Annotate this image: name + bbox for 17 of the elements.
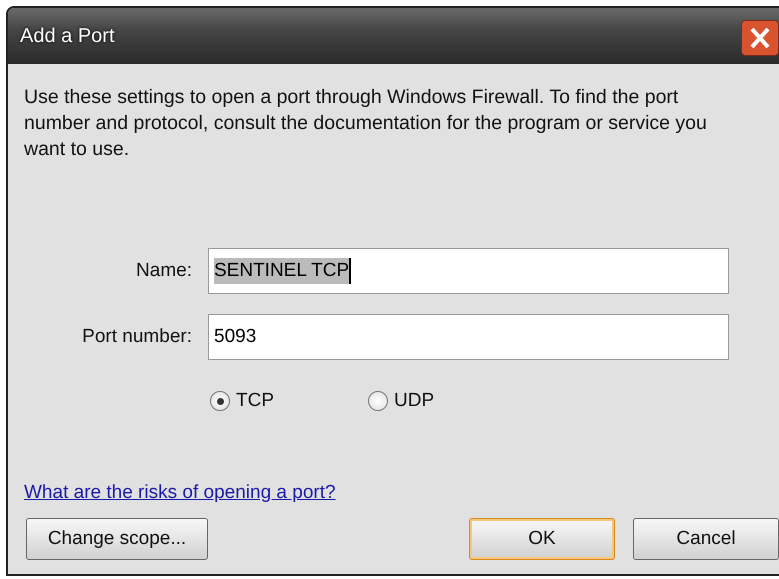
instructions-text: Use these settings to open a port through Windows Firewall. To find the port number and protocol, consult the documentation for the program or service you want to use. xyxy=(24,85,708,162)
dialog-button[interactable]: OK xyxy=(469,518,615,560)
field-label: Name: xyxy=(135,260,192,282)
field-label: Port number: xyxy=(81,326,192,348)
radio-button[interactable] xyxy=(210,391,230,411)
field-value: SENTINEL TCP xyxy=(214,258,352,284)
field-value: 5093 xyxy=(214,325,256,349)
window-title: Add a Port xyxy=(20,24,115,48)
help-link[interactable]: What are the risks of opening a port? xyxy=(24,482,336,504)
radio-button[interactable] xyxy=(368,391,388,411)
close-icon[interactable] xyxy=(741,20,779,56)
dialog-button[interactable]: Cancel xyxy=(633,518,779,560)
radio-label[interactable]: UDP xyxy=(394,390,434,412)
input-field[interactable]: 5093 xyxy=(208,314,729,360)
input-field[interactable]: SENTINEL TCP xyxy=(208,248,729,294)
dialog-button[interactable]: Change scope... xyxy=(26,518,208,560)
radio-label[interactable]: TCP xyxy=(236,390,274,412)
